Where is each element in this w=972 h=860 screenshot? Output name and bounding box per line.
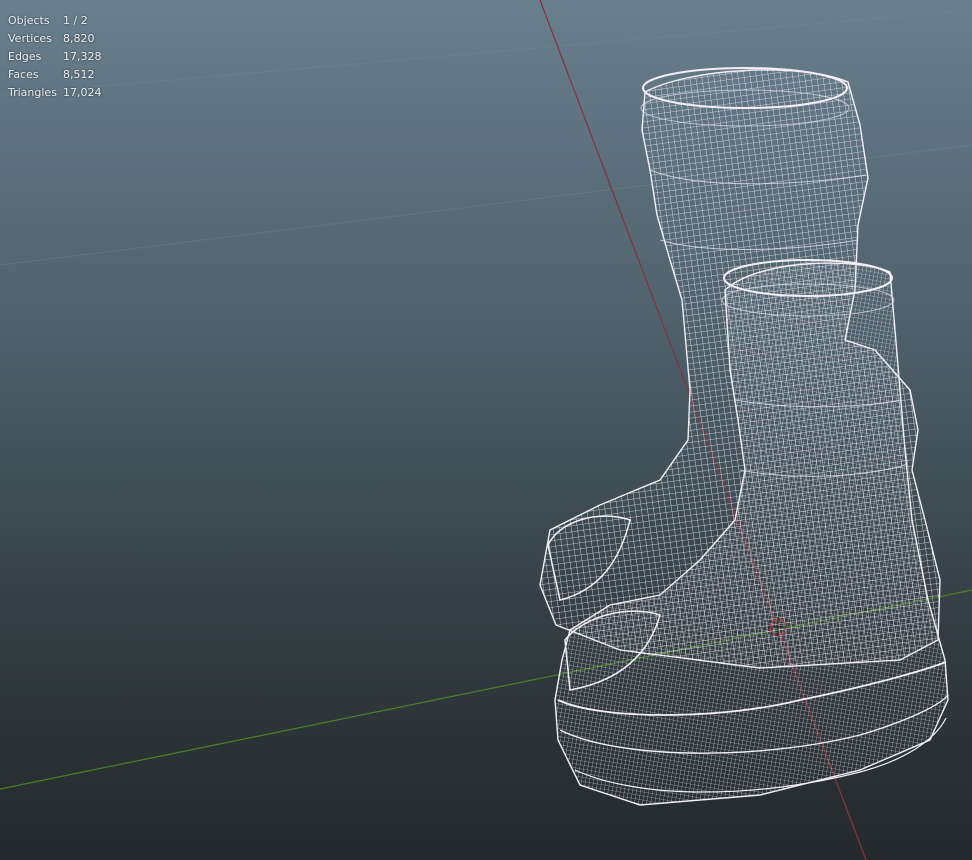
stat-label: Objects: [8, 14, 50, 27]
stat-label: Faces: [8, 68, 39, 81]
stat-value: 8,512: [63, 68, 95, 81]
stat-value: 1 / 2: [63, 14, 88, 27]
stat-label: Vertices: [8, 32, 52, 45]
stat-label: Triangles: [8, 86, 57, 99]
stat-value: 8,820: [63, 32, 95, 45]
stat-row-objects: Objects 1 / 2: [8, 12, 102, 30]
3d-viewport[interactable]: Objects 1 / 2 Vertices 8,820 Edges 17,32…: [0, 0, 972, 860]
stat-row-faces: Faces 8,512: [8, 66, 102, 84]
viewport-scene[interactable]: [0, 0, 972, 860]
statistics-overlay: Objects 1 / 2 Vertices 8,820 Edges 17,32…: [8, 12, 102, 102]
stat-row-edges: Edges 17,328: [8, 48, 102, 66]
stat-label: Edges: [8, 50, 42, 63]
stat-row-triangles: Triangles 17,024: [8, 84, 102, 102]
stat-row-vertices: Vertices 8,820: [8, 30, 102, 48]
stat-value: 17,328: [63, 50, 102, 63]
stat-value: 17,024: [63, 86, 102, 99]
